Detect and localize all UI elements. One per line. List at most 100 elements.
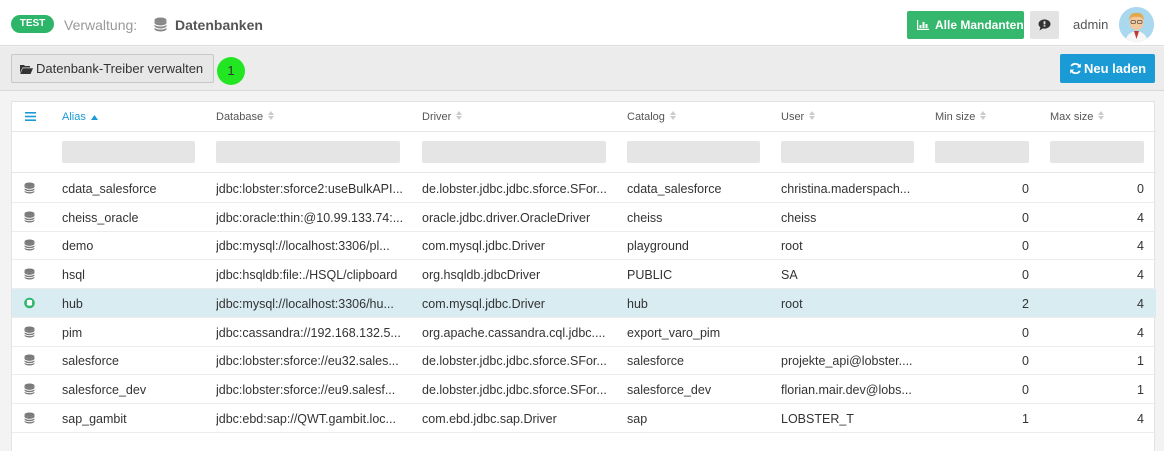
manage-drivers-button[interactable]: Datenbank-Treiber verwalten xyxy=(11,54,214,83)
table-row[interactable]: cdata_salesforce jdbc:lobster:sforce2:use… xyxy=(12,174,1156,203)
sort-icon xyxy=(809,111,816,120)
bar-chart-icon xyxy=(917,20,929,30)
sort-icon xyxy=(1098,111,1105,120)
cell-database: jdbc:cassandra://192.168.132.5... xyxy=(216,325,401,340)
cell-max: 4 xyxy=(1137,268,1144,283)
cell-driver: com.mysql.jdbc.Driver xyxy=(422,239,545,254)
filter-catalog-input[interactable] xyxy=(627,141,760,163)
top-bar: TEST Verwaltung: Datenbanken Alle Mandan… xyxy=(0,0,1164,46)
database-icon xyxy=(24,412,35,424)
database-table: Alias Database Driver Catalog User Min s… xyxy=(11,101,1156,451)
cell-user: cheiss xyxy=(781,210,817,225)
table-header: Alias Database Driver Catalog User Min s… xyxy=(12,102,1156,132)
chat-button[interactable] xyxy=(1030,11,1059,39)
database-icon xyxy=(24,354,35,366)
column-header-alias[interactable]: Alias xyxy=(62,111,98,123)
cell-alias: cheiss_oracle xyxy=(62,210,139,225)
environment-badge: TEST xyxy=(11,15,54,33)
all-mandants-button[interactable]: Alle Mandanten xyxy=(907,11,1024,39)
cell-alias: salesforce_dev xyxy=(62,382,147,397)
avatar[interactable] xyxy=(1119,7,1154,42)
cell-user: projekte_api@lobster.... xyxy=(781,354,913,369)
table-row[interactable]: demo jdbc:mysql://localhost:3306/pl... com… xyxy=(12,231,1156,261)
cell-max: 4 xyxy=(1137,411,1144,426)
filter-min-size-input[interactable] xyxy=(935,141,1029,163)
sort-icon xyxy=(980,111,987,120)
column-header-catalog[interactable]: Catalog xyxy=(627,111,676,123)
sort-ascending-icon xyxy=(90,115,98,120)
cell-min: 0 xyxy=(1022,268,1029,283)
cell-alias: salesforce xyxy=(62,354,119,369)
filter-row xyxy=(12,132,1156,173)
cell-min: 2 xyxy=(1022,296,1029,311)
cell-catalog: salesforce_dev xyxy=(627,382,712,397)
cell-database: jdbc:mysql://localhost:3306/pl... xyxy=(216,239,390,254)
table-row[interactable]: hub jdbc:mysql://localhost:3306/hu... com.… xyxy=(12,288,1156,318)
database-icon xyxy=(154,17,167,32)
cell-min: 0 xyxy=(1022,325,1029,340)
cell-driver: com.mysql.jdbc.Driver xyxy=(422,296,545,311)
cell-database: jdbc:lobster:sforce://eu9.salesf... xyxy=(216,382,396,397)
table-row[interactable]: pim jdbc:cassandra://192.168.132.5... org.… xyxy=(12,318,1156,347)
column-header-max-size[interactable]: Max size xyxy=(1050,111,1105,123)
cell-min: 0 xyxy=(1022,354,1029,369)
filter-max-size-input[interactable] xyxy=(1050,141,1144,163)
column-menu-icon[interactable] xyxy=(25,112,36,121)
cell-catalog: export_varo_pim xyxy=(627,325,721,340)
user-name[interactable]: admin xyxy=(1073,17,1108,32)
table-row[interactable]: hsql jdbc:hsqldb:file:./HSQL/clipboard org… xyxy=(12,260,1156,290)
filter-database-input[interactable] xyxy=(216,141,400,163)
sort-icon xyxy=(669,111,676,120)
cell-driver: com.ebd.jdbc.sap.Driver xyxy=(422,411,557,426)
breadcrumb-parent[interactable]: Verwaltung: xyxy=(64,17,137,33)
cell-database: jdbc:ebd:sap://QWT.gambit.loc... xyxy=(216,411,396,426)
table-row[interactable]: sap_gambit jdbc:ebd:sap://QWT.gambit.loc.… xyxy=(12,404,1156,433)
column-header-driver[interactable]: Driver xyxy=(422,111,463,123)
cell-max: 0 xyxy=(1137,182,1144,196)
cell-catalog: playground xyxy=(627,239,689,254)
cell-driver: de.lobster.jdbc.jdbc.sforce.SFor... xyxy=(422,354,607,369)
breadcrumb-current: Datenbanken xyxy=(175,17,263,33)
all-mandants-label: Alle Mandanten xyxy=(935,18,1024,32)
cell-max: 4 xyxy=(1137,325,1144,340)
cell-min: 0 xyxy=(1022,239,1029,254)
user-avatar-icon xyxy=(1119,7,1154,42)
cell-max: 4 xyxy=(1137,210,1144,225)
column-header-user[interactable]: User xyxy=(781,111,816,123)
cell-driver: de.lobster.jdbc.jdbc.sforce.SFor... xyxy=(422,182,607,196)
database-icon xyxy=(24,383,35,395)
filter-user-input[interactable] xyxy=(781,141,914,163)
cell-max: 4 xyxy=(1137,239,1144,254)
cell-user: SA xyxy=(781,268,798,283)
filter-alias-input[interactable] xyxy=(62,141,195,163)
column-header-min-size[interactable]: Min size xyxy=(935,111,987,123)
cell-database: jdbc:mysql://localhost:3306/hu... xyxy=(216,296,394,311)
cell-catalog: cdata_salesforce xyxy=(627,182,722,196)
cell-max: 1 xyxy=(1137,354,1144,369)
cell-user: florian.mair.dev@lobs... xyxy=(781,382,912,397)
database-icon xyxy=(24,239,35,251)
cell-catalog: salesforce xyxy=(627,354,684,369)
active-connection-icon xyxy=(24,297,35,309)
database-icon xyxy=(24,268,35,280)
cell-user: christina.maderspach... xyxy=(781,182,911,196)
cell-database: jdbc:lobster:sforce2:useBulkAPI... xyxy=(216,182,403,196)
cell-catalog: hub xyxy=(627,296,648,311)
cell-driver: org.apache.cassandra.cql.jdbc.... xyxy=(422,325,606,340)
cell-alias: cdata_salesforce xyxy=(62,182,157,196)
table-row[interactable]: cheiss_oracle jdbc:oracle:thin:@10.99.133… xyxy=(12,203,1156,232)
reload-button[interactable]: Neu laden xyxy=(1060,54,1155,83)
table-row[interactable]: salesforce jdbc:lobster:sforce://eu32.sal… xyxy=(12,346,1156,376)
manage-drivers-label: Datenbank-Treiber verwalten xyxy=(36,61,204,76)
sort-icon xyxy=(456,111,463,120)
filter-driver-input[interactable] xyxy=(422,141,606,163)
cell-database: jdbc:oracle:thin:@10.99.133.74:... xyxy=(216,210,404,225)
count-badge: 1 xyxy=(217,57,245,85)
cell-catalog: cheiss xyxy=(627,210,663,225)
cell-user: root xyxy=(781,239,803,254)
column-header-database[interactable]: Database xyxy=(216,111,275,123)
cell-catalog: PUBLIC xyxy=(627,268,673,283)
table-row[interactable]: salesforce_dev jdbc:lobster:sforce://eu9.… xyxy=(12,375,1156,404)
cell-alias: hsql xyxy=(62,268,85,283)
cell-database: jdbc:lobster:sforce://eu32.sales... xyxy=(216,354,399,369)
